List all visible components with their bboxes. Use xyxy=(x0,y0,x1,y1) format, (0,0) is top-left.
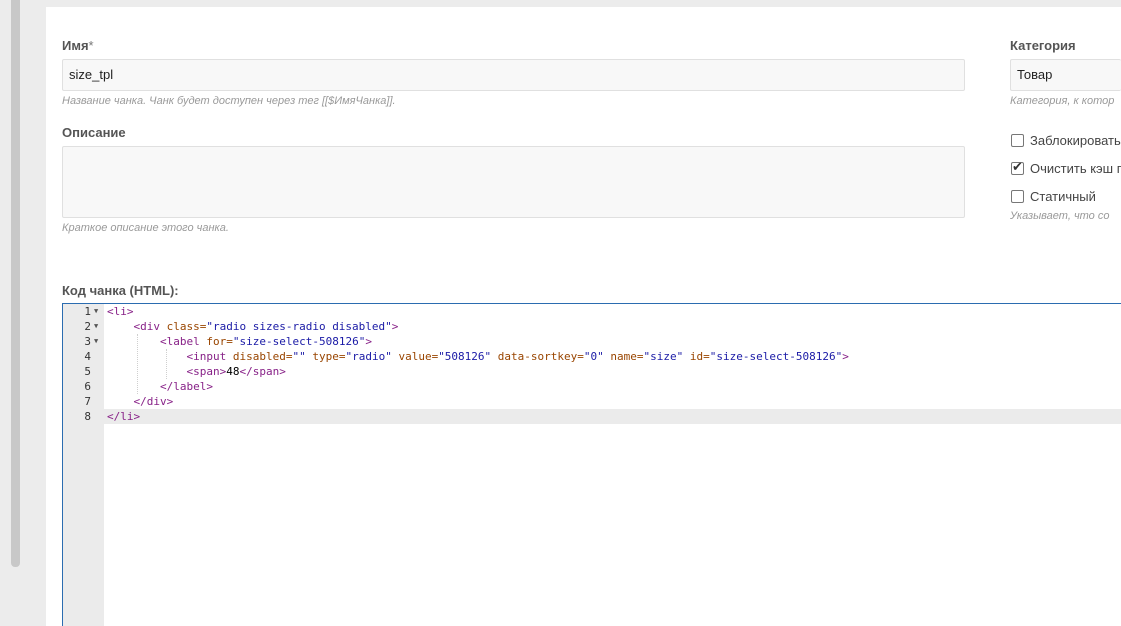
code-line[interactable]: 6 </label> xyxy=(63,379,1121,394)
code-tag: </span> xyxy=(239,365,286,378)
static-checkbox[interactable] xyxy=(1011,190,1024,203)
code-editor[interactable]: 1 ▼ <li> 2 ▼ <div class="radio sizes-rad… xyxy=(62,303,1121,626)
description-label: Описание xyxy=(62,125,126,140)
code-tag: <div xyxy=(133,320,161,333)
line-number: 6 xyxy=(84,380,91,393)
lock-checkbox[interactable] xyxy=(1011,134,1024,147)
code-tag: <li> xyxy=(107,305,134,318)
code-string: "radio sizes-radio disabled" xyxy=(206,320,392,333)
line-number: 1 xyxy=(84,305,91,318)
fold-arrow-icon[interactable]: ▼ xyxy=(94,304,98,319)
clear-cache-checkbox-row[interactable]: ✔ Очистить кэш п xyxy=(1011,159,1121,176)
code-attr: disabled= xyxy=(226,350,293,363)
left-scrollbar[interactable] xyxy=(0,0,46,626)
static-checkbox-row[interactable]: Статичный xyxy=(1011,189,1096,204)
code-line-active[interactable]: 8 </li> xyxy=(63,409,1121,424)
code-tag: <span> xyxy=(186,365,227,378)
code-tag: </div> xyxy=(133,395,174,408)
code-attr: id= xyxy=(683,350,710,363)
description-hint: Краткое описание этого чанка. xyxy=(62,222,229,234)
lock-checkbox-row[interactable]: Заблокировать xyxy=(1011,133,1121,148)
code-string: "" xyxy=(292,350,306,363)
clear-cache-label: Очистить кэш п xyxy=(1030,161,1121,176)
checkmark-icon: ✔ xyxy=(1012,159,1023,174)
static-label: Статичный xyxy=(1030,189,1096,204)
category-label: Категория xyxy=(1010,38,1076,53)
indent-guide xyxy=(166,349,167,379)
line-number: 8 xyxy=(84,410,91,423)
indent-guide xyxy=(137,334,138,394)
code-label: Код чанка (HTML): xyxy=(62,283,179,298)
code-string: "size-select-508126" xyxy=(709,350,843,363)
code-tag: > xyxy=(842,350,849,363)
code-tag: > xyxy=(365,335,372,348)
fold-arrow-icon[interactable]: ▼ xyxy=(94,334,98,349)
code-attr: class= xyxy=(160,320,207,333)
code-line[interactable]: 2 ▼ <div class="radio sizes-radio disabl… xyxy=(63,319,1121,334)
code-tag: <input xyxy=(186,350,227,363)
code-tag: </label> xyxy=(159,380,213,393)
code-line[interactable]: 1 ▼ <li> xyxy=(63,304,1121,319)
category-hint: Категория, к котор xyxy=(1010,95,1115,107)
code-tag: <label xyxy=(159,335,200,348)
lock-label: Заблокировать xyxy=(1030,133,1121,148)
code-attr: value= xyxy=(391,350,439,363)
name-label: Имя* xyxy=(62,38,94,53)
code-string: "0" xyxy=(583,350,604,363)
code-attr: name= xyxy=(603,350,644,363)
clear-cache-checkbox[interactable]: ✔ xyxy=(1011,159,1024,175)
code-line[interactable]: 4 <input disabled="" type="radio" value=… xyxy=(63,349,1121,364)
code-line[interactable]: 7 </div> xyxy=(63,394,1121,409)
code-text: 48 xyxy=(226,365,240,378)
category-select[interactable]: Товар xyxy=(1010,59,1121,91)
scrollbar-thumb[interactable] xyxy=(11,0,20,567)
line-number: 5 xyxy=(84,365,91,378)
code-attr: for= xyxy=(199,335,233,348)
description-textarea[interactable] xyxy=(62,146,965,218)
code-string: "508126" xyxy=(438,350,492,363)
line-number: 4 xyxy=(84,350,91,363)
code-string: "radio" xyxy=(345,350,392,363)
name-label-text: Имя xyxy=(62,38,89,53)
code-tag: > xyxy=(391,320,399,333)
code-attr: data-sortkey= xyxy=(491,350,584,363)
line-number: 3 xyxy=(84,335,91,348)
code-line[interactable]: 3 ▼ <label for="size-select-508126"> xyxy=(63,334,1121,349)
code-line[interactable]: 5 <span>48</span> xyxy=(63,364,1121,379)
code-attr: type= xyxy=(305,350,346,363)
line-number: 2 xyxy=(84,320,91,333)
line-number: 7 xyxy=(84,395,91,408)
code-string: "size" xyxy=(643,350,684,363)
name-hint: Название чанка. Чанк будет доступен чере… xyxy=(62,95,396,107)
required-marker: * xyxy=(88,38,94,53)
code-string: "size-select-508126" xyxy=(232,335,366,348)
name-input[interactable]: size_tpl xyxy=(62,59,965,91)
fold-arrow-icon[interactable]: ▼ xyxy=(94,319,98,334)
code-tag: </li> xyxy=(107,410,141,423)
static-hint: Указывает, что со xyxy=(1010,210,1110,222)
